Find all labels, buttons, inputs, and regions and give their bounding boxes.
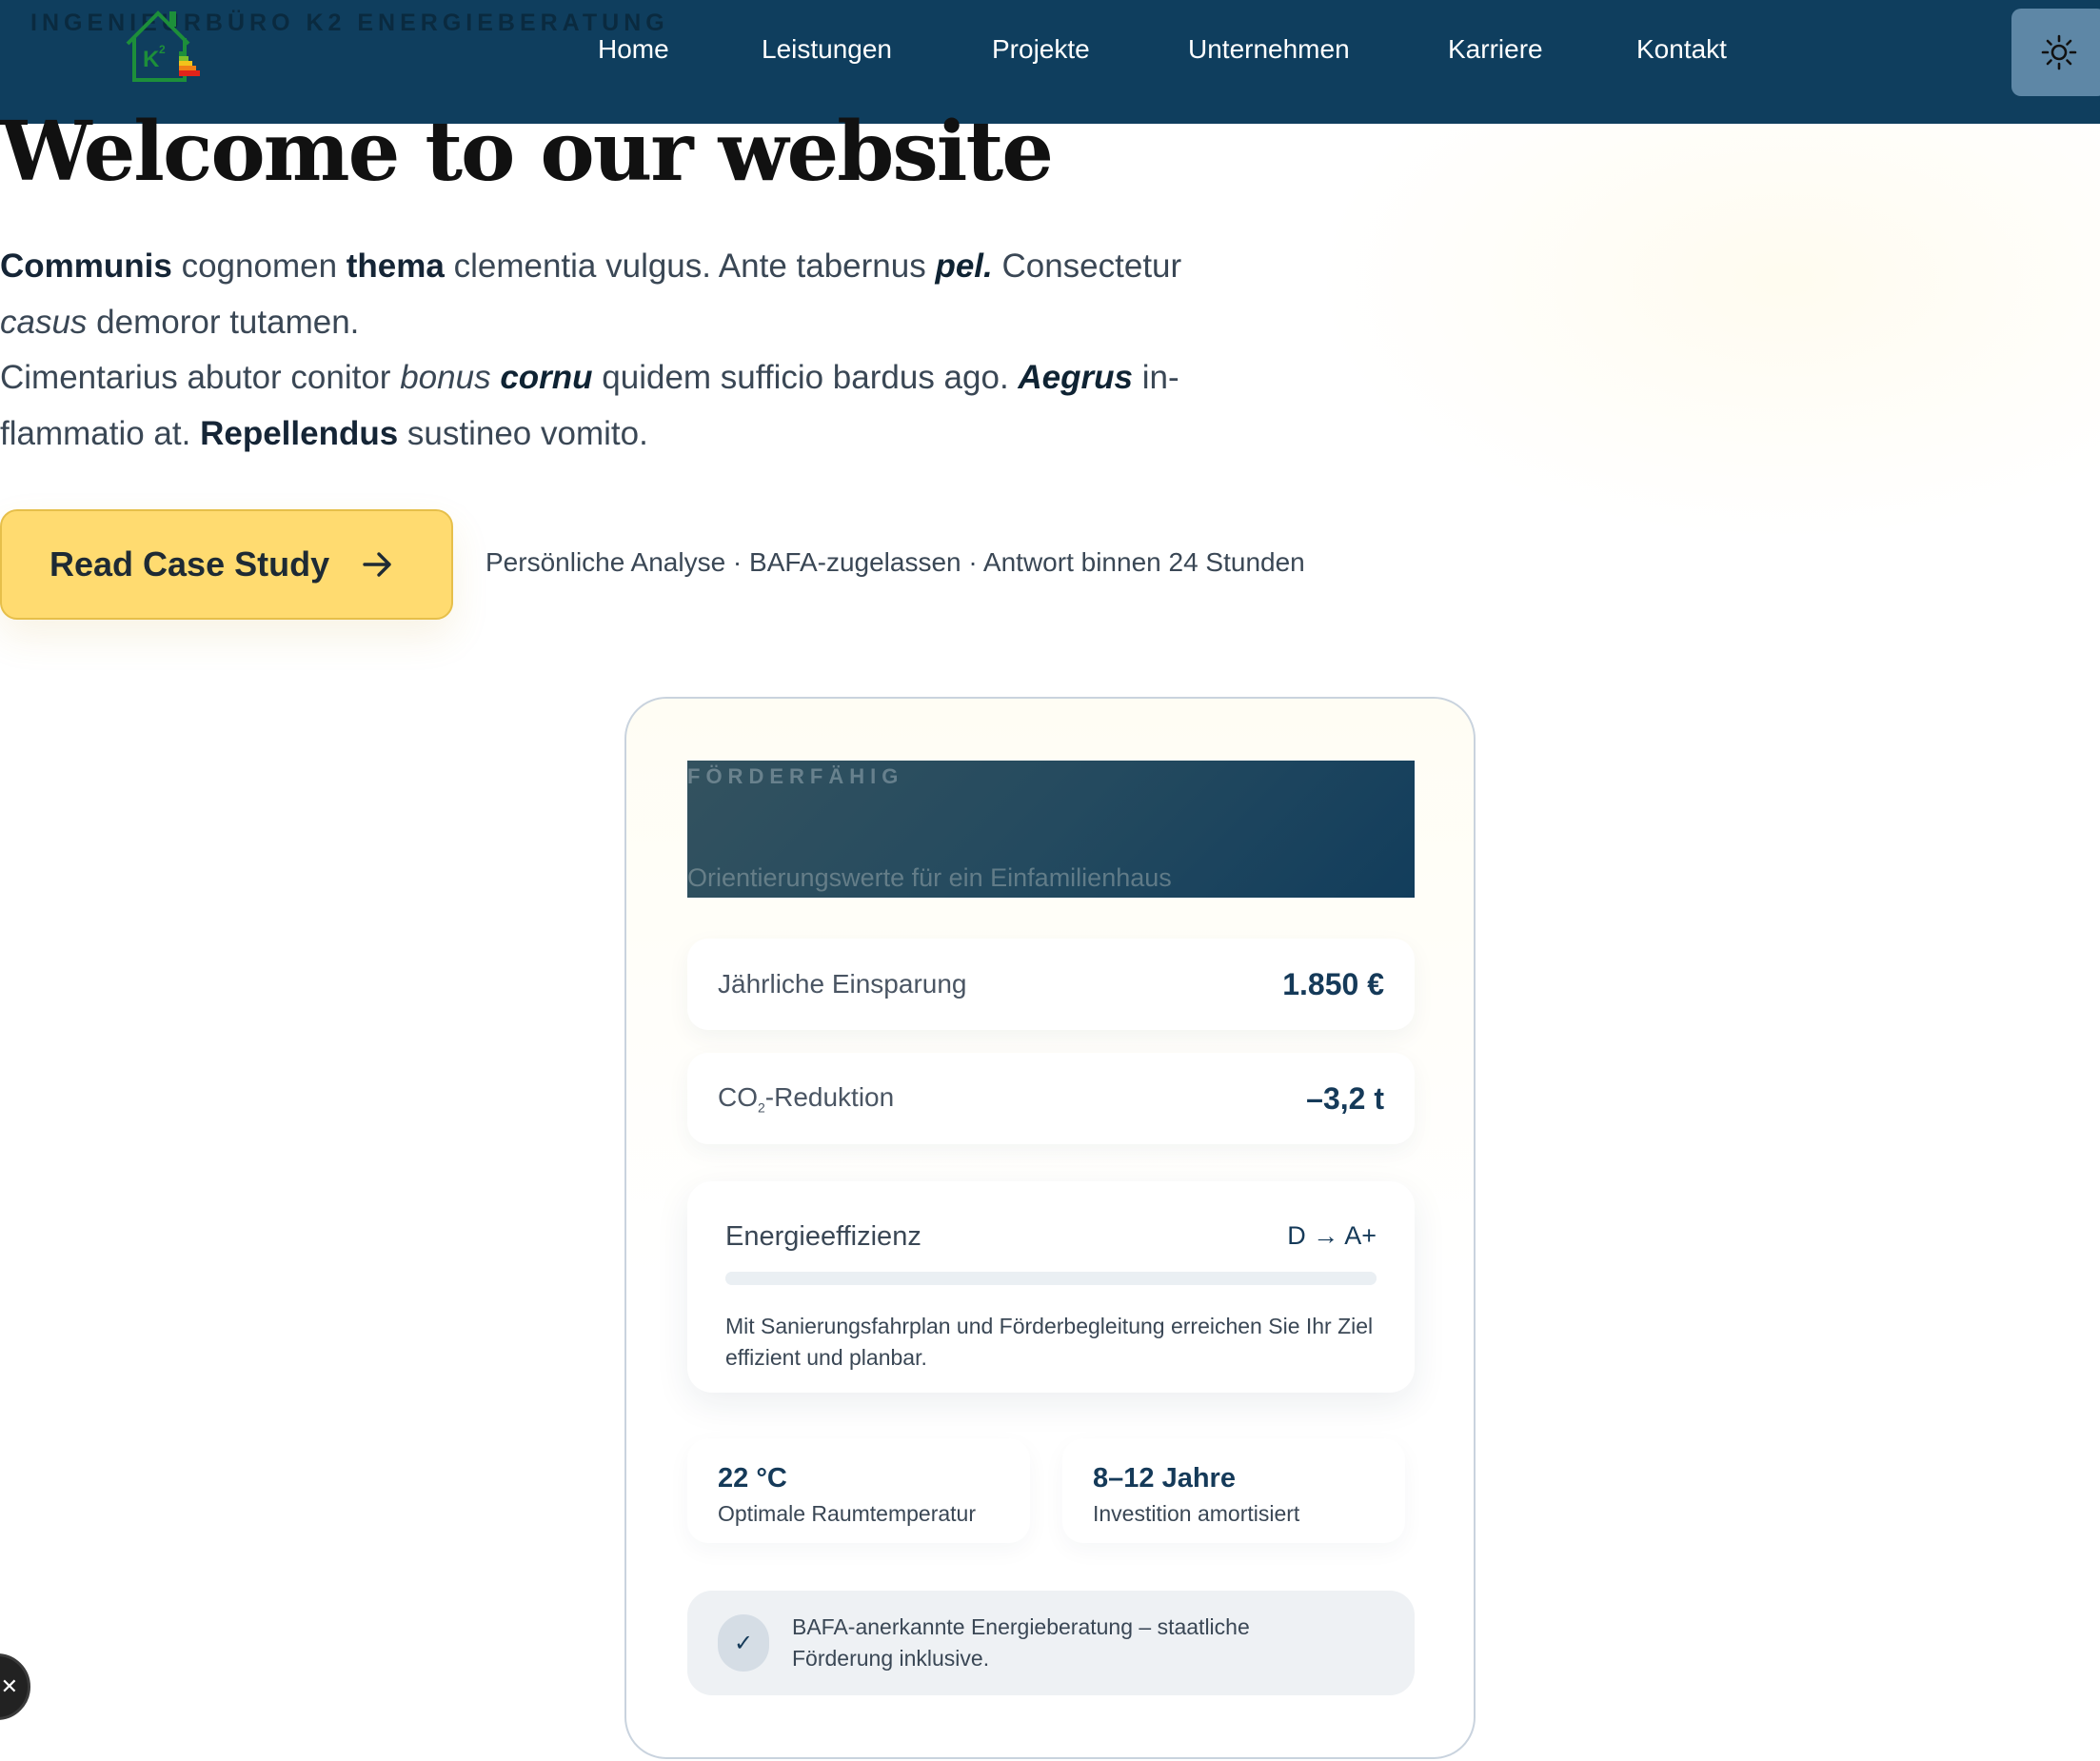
banner-subtitle: Orientierungswerte für ein Einfamilienha… <box>687 863 1172 892</box>
notice-text: BAFA-anerkannte Energieberatung – staatl… <box>792 1614 1250 1671</box>
savings-card: FÖRDERFÄHIG Orientierungswerte für ein E… <box>624 697 1476 1759</box>
stat-payback: 8–12 Jahre Investition amortisiert <box>1062 1438 1405 1543</box>
read-case-study-button[interactable]: Read Case Study <box>0 509 453 620</box>
payback-value: 8–12 Jahre <box>1093 1463 1236 1494</box>
nav-unternehmen[interactable]: Unternehmen <box>1188 34 1350 65</box>
theme-toggle-button[interactable] <box>2011 9 2100 96</box>
widget-icon: ✕ <box>0 1674 18 1698</box>
nav-leistungen[interactable]: Leistungen <box>762 34 892 65</box>
stat-co2-label: CO2-Reduktion <box>718 1081 895 1116</box>
floating-widget-button[interactable]: ✕ <box>0 1653 30 1720</box>
nav-projekte[interactable]: Projekte <box>992 34 1090 65</box>
efficiency-progress-bar <box>725 1272 1377 1285</box>
nav-home[interactable]: Home <box>598 34 669 65</box>
arrow-right-icon <box>363 552 391 577</box>
efficiency-panel: Energieeffizienz D → A+ Mit Sanierungsfa… <box>687 1181 1415 1393</box>
temperature-value: 22 °C <box>718 1463 787 1494</box>
logo-superscript: 2 <box>159 43 166 56</box>
background-glow <box>1314 105 2100 543</box>
payback-label: Investition amortisiert <box>1093 1501 1300 1526</box>
efficiency-progress-fill <box>725 1272 1377 1285</box>
cta-note: Persönliche Analyse · BAFA-zugelassen · … <box>485 547 1305 577</box>
stat-savings-label: Jährliche Einsparung <box>718 969 967 999</box>
cta-label: Read Case Study <box>50 544 330 584</box>
stat-co2: CO2-Reduktion –3,2 t <box>687 1053 1415 1144</box>
check-icon: ✓ <box>718 1614 769 1672</box>
banner-eyebrow: FÖRDERFÄHIG <box>687 764 904 788</box>
nav-kontakt[interactable]: Kontakt <box>1636 34 1727 65</box>
stat-co2-value: –3,2 t <box>1306 1080 1384 1116</box>
efficiency-description: Mit Sanierungsfahrplan und Förderbegleit… <box>725 1314 1374 1370</box>
logo[interactable]: K 2 <box>122 6 200 84</box>
hero-intro-text: Communis cognomen thema clementia vulgus… <box>0 247 1182 452</box>
temperature-label: Optimale Raumtemperatur <box>718 1501 976 1526</box>
stat-savings-value: 1.850 € <box>1282 966 1384 1001</box>
card-banner: FÖRDERFÄHIG Orientierungswerte für ein E… <box>687 761 1415 898</box>
nav-karriere[interactable]: Karriere <box>1448 34 1543 65</box>
page-title: Welcome to our website <box>0 104 1054 200</box>
bafa-notice: ✓ BAFA-anerkannte Energieberatung – staa… <box>687 1591 1415 1695</box>
efficiency-value: D → A+ <box>1287 1221 1377 1250</box>
logo-letter: K <box>143 47 160 72</box>
sun-icon <box>2041 34 2077 70</box>
efficiency-label: Energieeffizienz <box>725 1221 921 1252</box>
stat-savings: Jährliche Einsparung 1.850 € <box>687 939 1415 1030</box>
stat-temperature: 22 °C Optimale Raumtemperatur <box>687 1438 1030 1543</box>
